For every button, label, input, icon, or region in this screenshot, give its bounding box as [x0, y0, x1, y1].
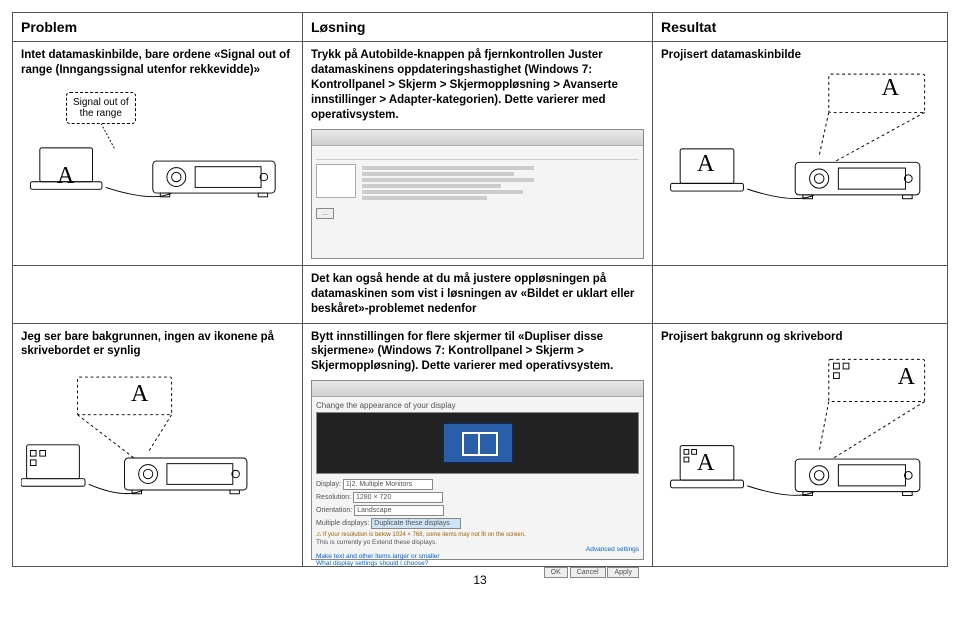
signal-callout: Signal out of the range [66, 92, 136, 124]
table-header-row: Problem Løsning Resultat [13, 13, 947, 42]
header-problem: Problem [13, 13, 303, 41]
dialog-titlebar [312, 381, 643, 397]
table-row: Jeg ser bare bakgrunnen, ingen av ikonen… [13, 324, 947, 567]
adapter-dialog-screenshot: ... [311, 129, 644, 259]
header-result: Resultat [653, 13, 947, 41]
problem-illustration: Signal out of the range A [21, 86, 294, 206]
label-resolution: Resolution: [316, 494, 351, 501]
result-illustration: A A [661, 352, 939, 522]
advanced-link[interactable]: Advanced settings [316, 546, 639, 553]
display-dropdown[interactable]: 1|2. Multiple Monitors [343, 479, 433, 490]
solution-cell: Trykk på Autobilde-knappen på fjernkontr… [303, 42, 653, 265]
help-links[interactable]: Make text and other items larger or smal… [316, 553, 639, 567]
table-row: Intet datamaskinbilde, bare ordene «Sign… [13, 42, 947, 266]
orientation-dropdown[interactable]: Landscape [354, 505, 444, 516]
solution-text: Trykk på Autobilde-knappen på fjernkontr… [311, 48, 644, 123]
label-multi: Multiple displays: [316, 520, 369, 527]
dialog-titlebar [312, 130, 643, 146]
letter-a: A [697, 450, 714, 477]
solution-note: Det kan også hende at du må justere oppl… [311, 272, 644, 317]
solution-note-cell: Det kan også hende at du må justere oppl… [303, 266, 653, 323]
problem-illustration: A [21, 367, 294, 517]
label-orientation: Orientation: [316, 507, 352, 514]
ok-button[interactable]: OK [544, 567, 568, 578]
problem-cell: Jeg ser bare bakgrunnen, ingen av ikonen… [13, 324, 303, 567]
letter-a: A [898, 364, 915, 391]
problem-cell-empty [13, 266, 303, 323]
problem-text: Jeg ser bare bakgrunnen, ingen av ikonen… [21, 330, 294, 360]
result-cell: Projisert datamaskinbilde A A [653, 42, 947, 265]
problem-text: Intet datamaskinbilde, bare ordene «Sign… [21, 48, 294, 78]
letter-a: A [697, 151, 714, 178]
letter-a: A [882, 75, 899, 102]
solution-cell: Bytt innstillingen for flere skjermer ti… [303, 324, 653, 567]
header-solution: Løsning [303, 13, 653, 41]
table-row: Det kan også hende at du må justere oppl… [13, 266, 947, 324]
result-illustration: A A [661, 71, 939, 221]
result-cell: Projisert bakgrunn og skrivebord A A [653, 324, 947, 567]
cancel-button[interactable]: Cancel [570, 567, 606, 578]
laptop-projector-icon [21, 367, 294, 517]
display-settings-screenshot: Change the appearance of your display Di… [311, 380, 644, 560]
resolution-dropdown[interactable]: 1280 × 720 [353, 492, 443, 503]
result-text: Projisert datamaskinbilde [661, 48, 939, 63]
note-text: This is currently yo Extend these displa… [316, 539, 639, 546]
dialog-body: ... [312, 146, 643, 223]
result-text: Projisert bakgrunn og skrivebord [661, 330, 939, 345]
multi-display-dropdown[interactable]: Duplicate these displays [371, 518, 461, 529]
result-cell-empty [653, 266, 947, 323]
warn-text: If your resolution is below 1024 × 768, … [323, 532, 526, 538]
solution-text: Bytt innstillingen for flere skjermer ti… [311, 330, 644, 375]
apply-button[interactable]: Apply [607, 567, 639, 578]
monitor-icon [443, 423, 513, 463]
letter-a: A [131, 381, 148, 408]
troubleshooting-table: Problem Løsning Resultat Intet datamaski… [12, 12, 948, 567]
dialog-body: Change the appearance of your display Di… [312, 397, 643, 580]
label-display: Display: [316, 481, 341, 488]
problem-cell: Intet datamaskinbilde, bare ordene «Sign… [13, 42, 303, 265]
letter-a: A [57, 163, 74, 190]
